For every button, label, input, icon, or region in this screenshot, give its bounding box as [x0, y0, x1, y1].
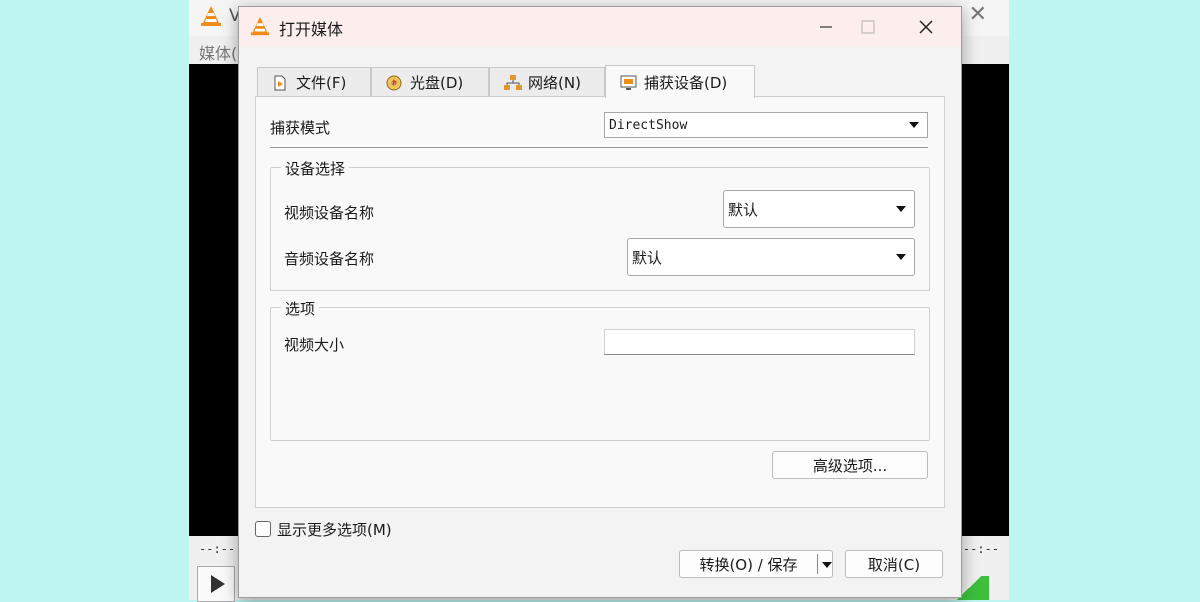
vlc-cone-icon [199, 4, 223, 32]
group-title: 设备选择 [281, 158, 350, 179]
file-play-icon [272, 75, 288, 91]
separator [270, 147, 928, 148]
options-group: 选项 视频大小 [270, 298, 930, 441]
show-more-options-label[interactable]: 显示更多选项(M) [277, 519, 392, 540]
capture-mode-select[interactable]: DirectShow [604, 112, 928, 138]
maximize-icon[interactable] [845, 7, 891, 47]
close-icon[interactable] [903, 7, 949, 47]
tab-label: 光盘(D) [410, 74, 464, 92]
tab-capture-device[interactable]: 捕获设备(D) [605, 65, 755, 98]
chevron-down-icon [896, 206, 906, 212]
capture-mode-label: 捕获模式 [270, 119, 331, 137]
convert-save-label[interactable]: 转换(O) / 保存 [680, 551, 817, 577]
dialog-titlebar: 打开媒体 [239, 7, 961, 47]
convert-save-button[interactable]: 转换(O) / 保存 [679, 550, 833, 578]
advanced-options-button[interactable]: 高级选项... [772, 451, 928, 479]
divider [817, 554, 818, 574]
vlc-close-icon[interactable]: ✕ [969, 2, 987, 27]
capture-device-icon [620, 74, 637, 90]
play-button[interactable] [197, 566, 235, 602]
elapsed-time: --:-- [199, 542, 236, 556]
audio-device-select[interactable]: 默认 [627, 238, 915, 276]
menu-media[interactable]: 媒体( [199, 40, 237, 64]
cancel-button[interactable]: 取消(C) [845, 550, 943, 578]
chevron-down-icon [896, 254, 906, 260]
tab-label: 文件(F) [296, 74, 347, 92]
device-selection-group: 设备选择 视频设备名称 默认 音频设备名称 默认 [270, 158, 930, 291]
video-size-input[interactable] [604, 329, 915, 355]
video-size-label: 视频大小 [284, 336, 345, 354]
minimize-icon[interactable] [803, 7, 849, 47]
capture-mode-value: DirectShow [609, 117, 688, 133]
audio-device-label: 音频设备名称 [284, 250, 375, 268]
chevron-down-icon [909, 122, 919, 128]
audio-device-value: 默认 [632, 248, 663, 267]
total-time: --:-- [962, 542, 999, 556]
tab-file[interactable]: 文件(F) [257, 67, 371, 97]
network-icon [504, 74, 522, 91]
capture-device-panel: 捕获模式 DirectShow 设备选择 视频设备名称 默认 音频设备名称 默认… [255, 96, 945, 508]
group-title: 选项 [281, 298, 320, 319]
video-device-value: 默认 [728, 200, 759, 219]
tab-label: 捕获设备(D) [644, 73, 728, 92]
video-device-select[interactable]: 默认 [723, 190, 915, 228]
video-device-label: 视频设备名称 [284, 204, 375, 222]
show-more-options-checkbox[interactable] [255, 521, 271, 537]
vlc-cone-icon [249, 15, 271, 41]
disc-icon [386, 75, 402, 91]
tab-label: 网络(N) [528, 74, 581, 92]
chevron-down-icon[interactable] [822, 562, 832, 568]
dialog-title: 打开媒体 [279, 20, 344, 39]
tab-disc[interactable]: 光盘(D) [371, 67, 489, 97]
open-media-dialog: 打开媒体 文件(F) 光盘(D) 网络(N) 捕获设备(D) 捕获模式 Dire… [238, 6, 962, 598]
tab-network[interactable]: 网络(N) [489, 67, 605, 97]
